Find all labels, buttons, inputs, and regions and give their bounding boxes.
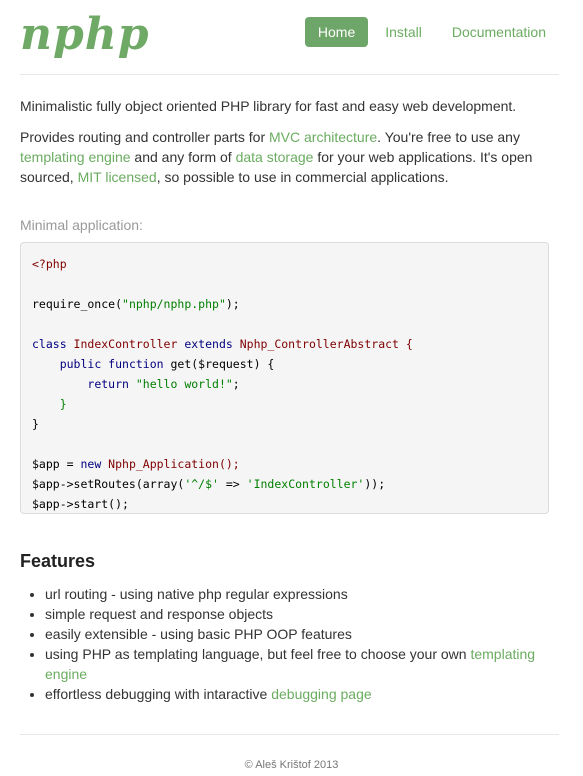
features-heading: Features — [20, 551, 96, 571]
nav-install[interactable]: Install — [372, 17, 435, 47]
code-line: } — [32, 417, 39, 431]
data-storage-link[interactable]: data storage — [236, 149, 314, 165]
footer-copyright: © Aleš Krištof 2013 — [244, 759, 339, 771]
debugging-page-link[interactable]: debugging page — [271, 686, 371, 702]
intro-text: and any form of — [130, 149, 236, 165]
feature-text: effortless debugging with intaractive — [45, 686, 272, 702]
templating-engine-link[interactable]: templating engine — [20, 149, 131, 165]
intro-text: , so possible to use in commercial appli… — [156, 169, 449, 185]
site-logo[interactable]: nphp — [20, 8, 150, 62]
nav-documentation[interactable]: Documentation — [439, 17, 559, 47]
code-line: return "hello world!"; — [87, 377, 240, 391]
mit-license-link[interactable]: MIT licensed — [78, 169, 157, 185]
feature-text: using PHP as templating language, but fe… — [45, 646, 471, 662]
footer-divider — [20, 734, 559, 735]
intro-paragraph: Provides routing and controller parts fo… — [20, 127, 555, 187]
code-line: <?php — [32, 257, 67, 271]
feature-item: simple request and response objects — [45, 604, 575, 624]
intro-line: Minimalistic fully object oriented PHP l… — [20, 98, 517, 114]
code-line: public function get($request) { — [59, 357, 275, 371]
feature-item: url routing - using native php regular e… — [45, 584, 575, 604]
mvc-architecture-link[interactable]: MVC architecture — [269, 129, 377, 145]
code-line: class IndexController extends Nphp_Contr… — [32, 337, 413, 351]
feature-item: easily extensible - using basic PHP OOP … — [45, 624, 575, 644]
intro-text: Provides routing and controller parts fo… — [20, 129, 270, 145]
main-nav: Home Install Documentation — [304, 17, 559, 47]
code-line: } — [32, 397, 67, 411]
feature-item: using PHP as templating language, but fe… — [45, 644, 575, 684]
code-example: <?php require_once("nphp/nphp.php"); cla… — [20, 242, 549, 514]
features-list: url routing - using native php regular e… — [20, 584, 575, 704]
code-line: $app->start(); — [32, 497, 129, 511]
code-line: $app->setRoutes(array('^/$' => 'IndexCon… — [32, 477, 386, 491]
header-divider — [20, 74, 559, 75]
nav-home[interactable]: Home — [304, 17, 369, 47]
code-line: require_once("nphp/nphp.php"); — [32, 297, 240, 311]
example-caption: Minimal application: — [20, 217, 143, 233]
feature-item: effortless debugging with intaractive de… — [45, 684, 575, 704]
code-line: $app = new Nphp_Application(); — [32, 457, 240, 471]
intro-text: . You're free to use any — [377, 129, 520, 145]
